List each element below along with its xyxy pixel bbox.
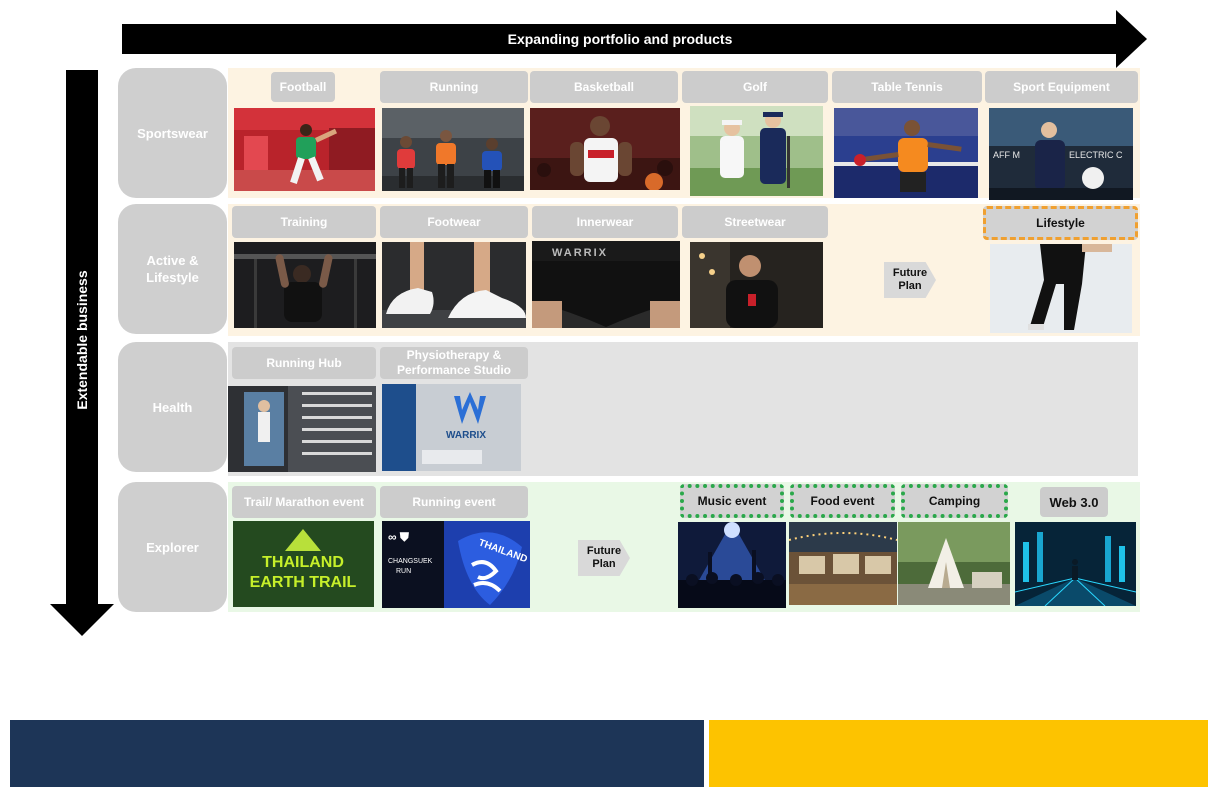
future-plan-active: Future Plan [884, 262, 936, 298]
business-arrow-head [50, 604, 114, 636]
footwear-photo [382, 242, 526, 328]
category-training: Training [232, 206, 376, 238]
chang-line2-text: RUN [396, 568, 411, 575]
electric-text: ELECTRIC C [1069, 150, 1123, 160]
category-streetwear: Streetwear [682, 206, 828, 238]
training-photo [234, 242, 376, 328]
category-innerwear: Innerwear [532, 206, 678, 238]
category-lifestyle: Lifestyle [983, 206, 1138, 240]
portfolio-arrow-head [1116, 10, 1147, 68]
svg-text:∞ ⛊: ∞ ⛊ [388, 530, 410, 544]
category-footwear: Footwear [380, 206, 528, 238]
category-trail-marathon: Trail/ Marathon event [232, 486, 376, 518]
physiotherapy-photo: WARRIX [382, 384, 521, 471]
golf-photo [690, 106, 823, 196]
category-running-event: Running event [380, 486, 528, 518]
chang-line1-text: CHANGSUEK [388, 558, 433, 565]
row-label-active: Active & Lifestyle [118, 204, 227, 334]
category-music-event: Music event [680, 484, 784, 518]
football-photo [234, 108, 375, 191]
category-golf: Golf [682, 71, 828, 103]
lifestyle-photo [990, 244, 1132, 333]
web3-photo [1015, 522, 1136, 606]
camping-photo [898, 522, 1010, 605]
row-label-sportswear: Sportswear [118, 68, 227, 198]
category-sport-equipment: Sport Equipment [985, 71, 1138, 103]
trail-event-photo: THAILAND EARTH TRAIL [233, 521, 374, 607]
category-table-tennis: Table Tennis [832, 71, 982, 103]
category-camping: Camping [901, 484, 1008, 518]
category-running: Running [380, 71, 528, 103]
studio-logo-text: WARRIX [446, 430, 486, 441]
warrix-band-text: WARRIX [552, 247, 608, 259]
trail-line2-text: EARTH TRAIL [250, 574, 357, 591]
category-web3: Web 3.0 [1040, 487, 1108, 517]
portfolio-arrow: Expanding portfolio and products [122, 24, 1118, 54]
streetwear-photo [690, 242, 823, 328]
row-label-explorer: Explorer [118, 482, 227, 612]
sport-equipment-photo: AFF M ELECTRIC C [989, 108, 1133, 200]
row-label-health: Health [118, 342, 227, 472]
category-physiotherapy: Physiotherapy & Performance Studio [380, 347, 528, 379]
business-arrow-label: Extendable business [74, 270, 90, 410]
innerwear-photo: WARRIX [532, 241, 680, 328]
table-tennis-photo [834, 108, 978, 198]
future-plan-explorer: Future Plan [578, 540, 630, 576]
basketball-photo [530, 108, 680, 190]
category-food-event: Food event [790, 484, 895, 518]
running-hub-photo [228, 386, 376, 472]
footer-bar-yellow [709, 720, 1208, 787]
category-basketball: Basketball [530, 71, 678, 103]
trail-line1-text: THAILAND [262, 554, 344, 571]
category-football: Football [271, 72, 335, 102]
portfolio-arrow-label: Expanding portfolio and products [507, 31, 733, 47]
footer-bar-navy [10, 720, 704, 787]
running-photo [382, 108, 524, 191]
music-event-photo [678, 522, 786, 608]
running-event-photo: THAILAND ∞ ⛊ CHANGSUEK RUN [382, 521, 530, 608]
affm-text: AFF M [993, 150, 1020, 160]
category-running-hub: Running Hub [232, 347, 376, 379]
food-event-photo [789, 522, 897, 605]
